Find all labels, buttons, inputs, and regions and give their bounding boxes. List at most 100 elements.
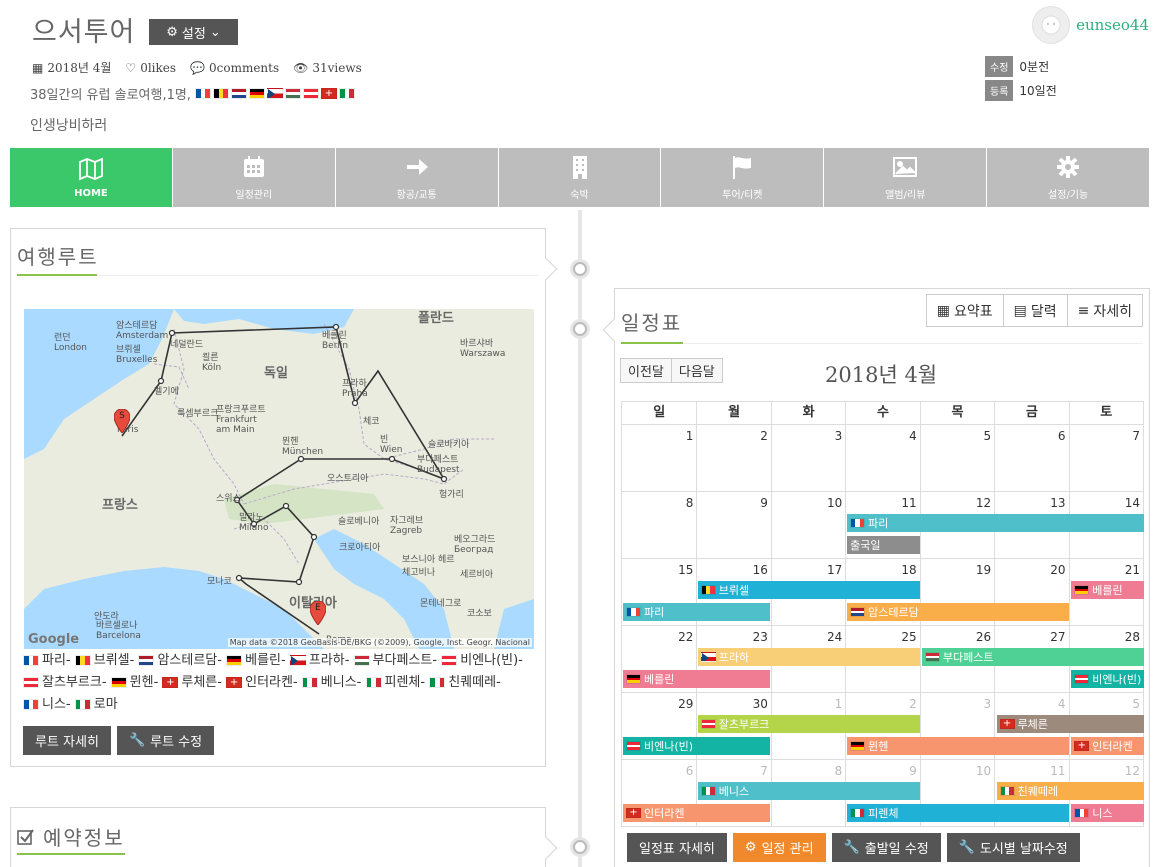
calendar-day[interactable]: 1	[622, 425, 696, 491]
user-avatar-icon	[1041, 15, 1061, 35]
nav-home[interactable]: HOME	[10, 148, 172, 207]
calendar-day[interactable]: 3	[770, 425, 845, 491]
calendar-day[interactable]: 6	[994, 425, 1068, 491]
flag-de-icon	[248, 88, 265, 99]
schedule-manage-button[interactable]: ⚙ 일정 관리	[732, 833, 826, 862]
tab-calendar[interactable]: ▤ 달력	[1002, 294, 1068, 327]
calendar-day[interactable]: 2	[696, 425, 770, 491]
calendar-event[interactable]: 파리	[623, 603, 771, 621]
map-label-vienna: 빈 Wien	[380, 435, 403, 455]
route-stop: 파리	[23, 653, 66, 668]
flag-ch-icon: +	[1074, 741, 1090, 751]
departure-edit-button[interactable]: 🔧 출발일 수정	[831, 833, 941, 862]
calendar-event[interactable]: 뮌헨	[847, 737, 1070, 755]
map-label-frankfurt: 프랑크푸르트 Frankfurt am Main	[216, 405, 266, 435]
tab-summary[interactable]: ▦ 요약표	[925, 294, 1004, 327]
calendar-day[interactable]: 10	[770, 492, 845, 558]
schedule-manage-label: 일정 관리	[761, 842, 814, 857]
route-map[interactable]: 폴란드 독일 프랑스 오스트리아 헝가리 체코 이탈리아 스위스 벨기에 네덜란…	[24, 309, 534, 649]
calendar-event-label: 파리	[868, 517, 889, 530]
nav-album[interactable]: 앨범/리뷰	[824, 148, 987, 207]
calendar-event[interactable]: 베니스	[697, 782, 920, 800]
map-label-warsaw: 바르샤바 Warszawa	[460, 339, 506, 359]
route-stop: 베를린	[226, 653, 281, 668]
flag-cz-icon	[289, 655, 306, 666]
likes-meta[interactable]: ♡ 0likes	[125, 61, 176, 75]
calendar-event[interactable]: 잘츠부르크	[697, 715, 920, 733]
flag-at-icon	[23, 677, 39, 688]
nav-home-label: HOME	[74, 188, 108, 199]
map-label-france: 프랑스	[102, 498, 138, 513]
next-month-button[interactable]: 다음달	[670, 358, 723, 383]
calendar-event[interactable]: 니스	[1071, 804, 1144, 822]
calendar-day[interactable]: 5	[919, 425, 994, 491]
nav-tour[interactable]: 투어/티켓	[661, 148, 824, 207]
calendar-event[interactable]: 브뤼셀	[697, 581, 920, 599]
trip-meta: ▦ 2018년 4월 ♡ 0likes 💬 0comments 👁 31views	[32, 59, 362, 76]
weekday-header: 목	[919, 402, 994, 424]
calendar-event[interactable]: 부다페스트	[921, 648, 1144, 666]
edit-info: 수정 0분전 등록 10일전	[985, 56, 1057, 104]
flag-it-icon	[999, 786, 1015, 796]
calendar-event[interactable]: + 인터라켄	[1071, 737, 1144, 755]
map-label-bosnia: 보스니아 헤르체고비나	[402, 555, 455, 578]
schedule-detail-button[interactable]: 일정표 자세히	[627, 833, 727, 862]
timeline-dot	[570, 837, 590, 857]
calendar-day[interactable]: 7	[1068, 425, 1143, 491]
avatar[interactable]	[1032, 6, 1071, 44]
nav-schedule[interactable]: 일정관리	[172, 148, 335, 207]
map-label-berlin: 베를린 Berlin	[322, 331, 349, 351]
calendar-event[interactable]: 친퀘떼레	[996, 782, 1144, 800]
calendar-day[interactable]: 9	[696, 492, 770, 558]
user-box[interactable]: eunseo44	[1032, 6, 1149, 44]
calendar-event[interactable]: 피렌체	[847, 804, 1070, 822]
calendar-event[interactable]: + 루체른	[996, 715, 1144, 733]
route-stop: 브뤼셀	[74, 653, 130, 668]
tab-detail[interactable]: ≡ 자세히	[1066, 294, 1143, 327]
edit-label: 수정	[985, 56, 1014, 77]
calendar-event[interactable]: 비엔나(빈)	[1071, 670, 1144, 688]
flag-at-icon	[626, 741, 641, 751]
route-stop: 친퀘떼레	[429, 675, 496, 690]
calendar-event[interactable]: 파리	[847, 514, 1144, 532]
prev-month-button[interactable]: 이전달	[620, 358, 672, 383]
view-tabs: ▦ 요약표 ▤ 달력 ≡ 자세히	[925, 294, 1143, 327]
calendar-day[interactable]: 4	[845, 425, 919, 491]
route-stop: 비엔나(빈)	[441, 653, 518, 668]
nav-settings[interactable]: 설정/기능	[987, 148, 1150, 207]
wrench-icon: 🔧	[958, 840, 975, 855]
calendar-event[interactable]: 프라하	[697, 648, 920, 666]
calendar-day[interactable]: 8	[622, 492, 696, 558]
route-stop-name: 뮌헨	[129, 675, 154, 690]
edit-value: 0분전	[1019, 60, 1050, 74]
map-label-poland: 폴란드	[418, 311, 454, 326]
route-stop: + 루체른	[162, 675, 217, 690]
username-link[interactable]: eunseo44	[1076, 16, 1149, 34]
calendar-event[interactable]: 베를린	[1071, 581, 1144, 599]
end-marker[interactable]: E	[309, 600, 327, 626]
start-marker[interactable]: S	[113, 408, 131, 434]
comments-count: 0comments	[208, 60, 280, 75]
calendar-event[interactable]: 암스테르담	[847, 603, 1070, 621]
google-logo: Google	[28, 632, 80, 647]
settings-button[interactable]: ⚙ 설정 ⌄	[149, 19, 238, 45]
nav-lodging[interactable]: 숙박	[498, 148, 661, 207]
flag-hu-icon	[353, 655, 370, 666]
calendar-event[interactable]: 비엔나(빈)	[623, 737, 771, 755]
route-stop-name: 암스테르담	[157, 653, 218, 668]
calendar-event-label: 잘츠부르크	[718, 718, 770, 731]
nav-transport[interactable]: 항공/교통	[335, 148, 498, 207]
city-date-edit-button[interactable]: 🔧 도시별 날짜수정	[946, 833, 1080, 862]
weekday-header: 일	[653, 405, 666, 420]
calendar-event[interactable]: + 인터라켄	[623, 804, 771, 822]
map-label-milano: 밀라노 Milano	[239, 513, 269, 533]
calendar-icon: ▤	[1013, 302, 1027, 319]
comments-meta[interactable]: 💬 0comments	[190, 61, 279, 75]
flag-nl-icon	[850, 607, 866, 617]
calendar-icon: ▦	[32, 60, 44, 75]
calendar-event[interactable]: 출국일	[847, 536, 920, 554]
calendar-event[interactable]: 베를린	[623, 670, 771, 688]
route-edit-button[interactable]: 🔧 루트 수정	[116, 726, 215, 755]
flag-it-icon	[365, 677, 382, 688]
route-detail-button[interactable]: 루트 자세히	[23, 726, 111, 755]
